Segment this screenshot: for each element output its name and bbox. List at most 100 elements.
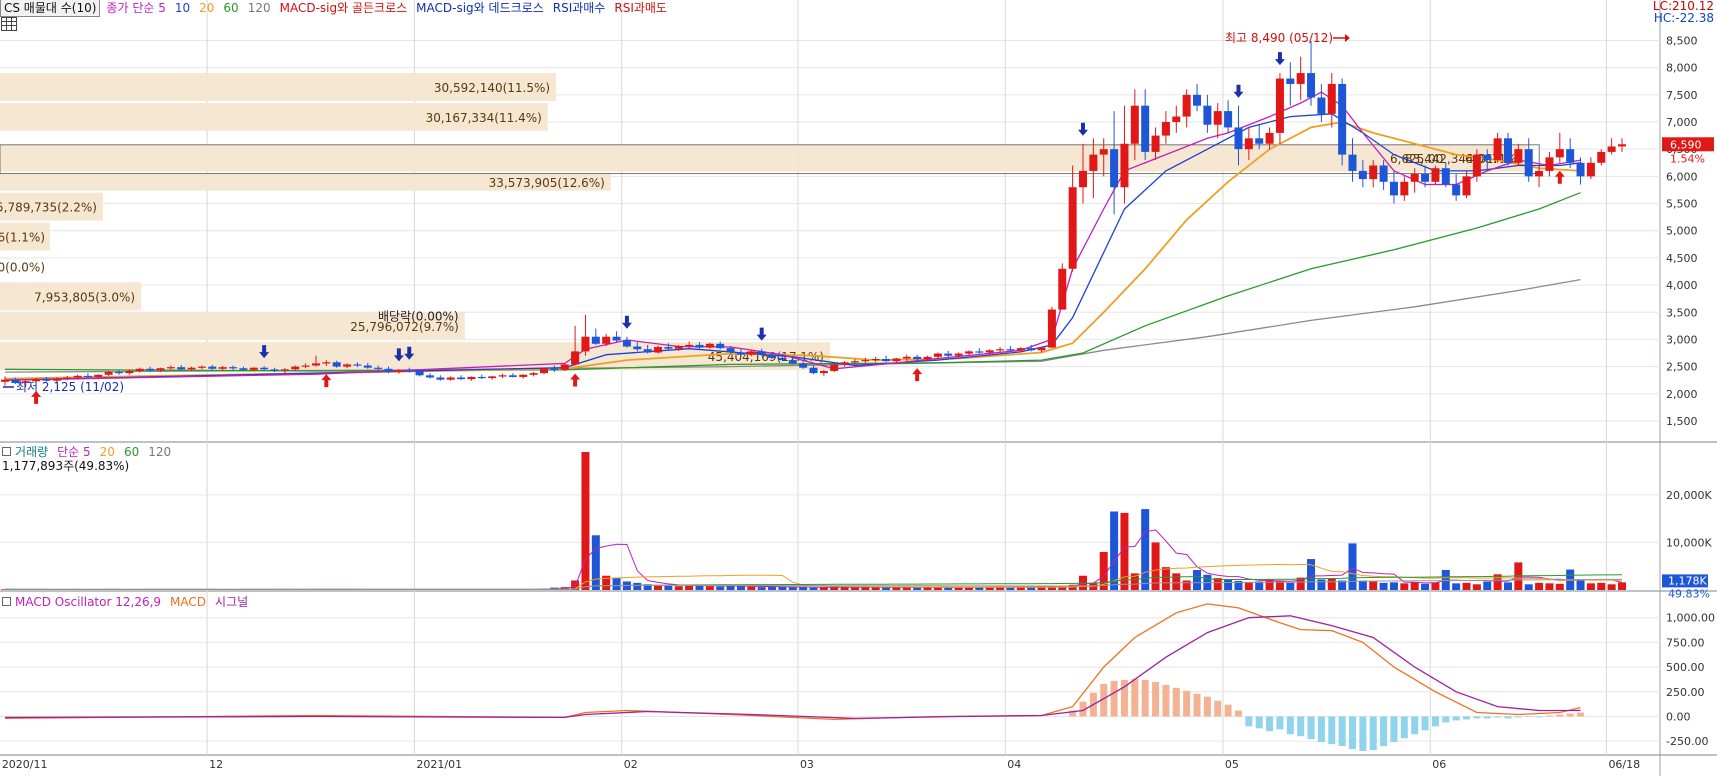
oscillator-bar bbox=[1286, 716, 1294, 735]
legend-item[interactable]: MACD-sig와 골든크로스 bbox=[280, 1, 408, 15]
candle-body bbox=[488, 376, 497, 379]
volume-profile-label: 2,902,206(1.1%) bbox=[0, 231, 45, 245]
candle-body bbox=[239, 368, 248, 370]
legend-item[interactable]: RSI과매도 bbox=[614, 1, 667, 15]
candle-body bbox=[83, 375, 92, 378]
candle-body bbox=[591, 336, 600, 344]
volume-bar bbox=[944, 587, 953, 590]
macd-tick-label: 750.00 bbox=[1666, 636, 1705, 649]
candle-body bbox=[1472, 154, 1481, 177]
volume-bar bbox=[809, 587, 818, 590]
candle-body bbox=[882, 359, 891, 362]
candle-body bbox=[1503, 138, 1512, 163]
legend-item[interactable]: 종가 단순 5 bbox=[106, 1, 165, 15]
oscillator-bar bbox=[1328, 716, 1336, 745]
volume-bar bbox=[1535, 582, 1544, 590]
candle-body bbox=[695, 344, 704, 348]
candle-body bbox=[1193, 94, 1202, 106]
volume-profile-button[interactable]: CS 매물대 수(10) bbox=[0, 0, 101, 17]
price-tick-label: 2,000 bbox=[1666, 388, 1698, 401]
candle-body bbox=[1120, 143, 1129, 188]
legend-item[interactable]: 60 bbox=[223, 1, 238, 15]
oscillator-bar bbox=[1535, 716, 1543, 718]
legend-item[interactable]: MACD Oscillator 12,26,9 bbox=[15, 595, 161, 609]
volume-bar bbox=[1618, 582, 1626, 590]
candle-body bbox=[757, 351, 766, 355]
candle-body bbox=[1514, 149, 1523, 163]
candle-body bbox=[280, 369, 289, 371]
candle-body bbox=[457, 377, 466, 380]
volume-profile-label: 33,573,905(12.6%) bbox=[489, 176, 605, 190]
candle-body bbox=[1566, 149, 1575, 163]
candle-body bbox=[1369, 165, 1378, 180]
candle-body bbox=[664, 347, 673, 349]
oscillator-bar bbox=[1577, 712, 1585, 717]
volume-bar bbox=[1597, 582, 1606, 590]
oscillator-bar bbox=[1514, 716, 1522, 718]
legend-item[interactable]: MACD bbox=[170, 595, 206, 609]
last-change-label: 1.54% bbox=[1670, 152, 1705, 165]
candle-body bbox=[1597, 151, 1606, 163]
candle-body bbox=[405, 370, 414, 372]
price-tick-label: 3,500 bbox=[1666, 306, 1698, 319]
candle-body bbox=[612, 336, 621, 341]
candle-body bbox=[1161, 122, 1170, 136]
candle-body bbox=[1016, 348, 1025, 351]
x-tick-label: 04 bbox=[1007, 758, 1021, 771]
candle-body bbox=[125, 370, 134, 374]
candle-body bbox=[1182, 94, 1191, 117]
candle-body bbox=[685, 344, 694, 347]
legend-item[interactable]: 10 bbox=[175, 1, 190, 15]
volume-bar bbox=[757, 587, 766, 590]
candle-body bbox=[1421, 173, 1430, 182]
x-tick-label: 05 bbox=[1225, 758, 1239, 771]
candle-body bbox=[436, 377, 445, 380]
volume-bar bbox=[654, 585, 663, 590]
oscillator-bar bbox=[1141, 679, 1149, 717]
oscillator-bar bbox=[1483, 716, 1491, 719]
oscillator-bar bbox=[1431, 716, 1439, 727]
legend-item[interactable]: MACD-sig와 데드크로스 bbox=[416, 1, 544, 15]
x-tick-label: 02 bbox=[624, 758, 638, 771]
volume-bar bbox=[1182, 580, 1191, 590]
oscillator-bar bbox=[1183, 690, 1191, 717]
candle-body bbox=[1151, 135, 1160, 152]
candle-body bbox=[363, 365, 372, 368]
oscillator-bar bbox=[1504, 716, 1512, 719]
candle-body bbox=[788, 360, 797, 364]
grid-icon[interactable] bbox=[1, 17, 17, 31]
oscillator-bar bbox=[1359, 716, 1367, 752]
candle-body bbox=[996, 349, 1005, 351]
volume-tick-label: 10,000K bbox=[1666, 536, 1712, 549]
candle-body bbox=[913, 356, 922, 360]
candle-body bbox=[135, 368, 144, 371]
legend-item[interactable]: 20 bbox=[199, 1, 214, 15]
candle-body bbox=[778, 357, 787, 361]
price-tick-label: 8,000 bbox=[1666, 62, 1698, 75]
oscillator-bar bbox=[1162, 684, 1170, 717]
volume-bar bbox=[1607, 584, 1616, 590]
volume-bar bbox=[1244, 581, 1253, 590]
candle-body bbox=[1452, 184, 1461, 196]
legend-item[interactable]: 120 bbox=[248, 1, 271, 15]
candle-body bbox=[716, 343, 725, 349]
volume-profile-label: 5,789,735(2.2%) bbox=[0, 201, 97, 215]
price-tick-label: 7,500 bbox=[1666, 89, 1698, 102]
macd-tick-label: 500.00 bbox=[1666, 661, 1705, 674]
candle-body bbox=[73, 375, 82, 378]
legend-marker-icon bbox=[2, 447, 11, 456]
candle-body bbox=[1607, 146, 1616, 152]
candle-body bbox=[1224, 111, 1233, 128]
legend-item[interactable]: 120 bbox=[148, 445, 171, 459]
candle-body bbox=[270, 369, 279, 371]
candle-body bbox=[384, 368, 393, 373]
price-tick-label: 5,000 bbox=[1666, 225, 1698, 238]
volume-bar bbox=[685, 585, 694, 590]
candle-body bbox=[933, 353, 942, 357]
legend-item[interactable]: 시그널 bbox=[215, 595, 248, 609]
legend-item[interactable]: RSI과매수 bbox=[553, 1, 606, 15]
candle-body bbox=[799, 363, 808, 368]
candle-body bbox=[550, 368, 559, 370]
volume-bar bbox=[882, 587, 891, 590]
price-chart[interactable]: 1,500 2,000 2,500 3,000 3,500 4,000 4,500 5,000… bbox=[0, 0, 1717, 776]
